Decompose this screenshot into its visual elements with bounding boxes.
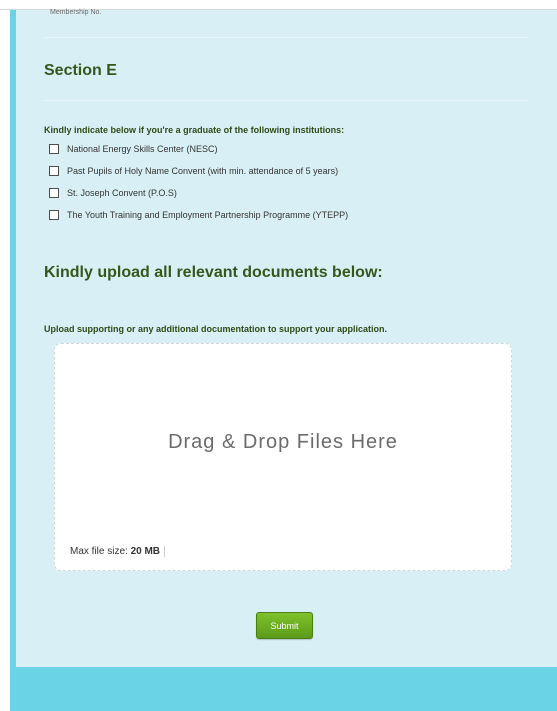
page-frame: Membership No. Section E Kindly indicate… (10, 9, 557, 711)
option-label: The Youth Training and Employment Partne… (67, 210, 349, 220)
checkbox[interactable] (49, 210, 59, 220)
max-size-value: 20 MB (130, 546, 161, 557)
option-label: National Energy Skills Center (NESC) (67, 144, 218, 154)
option-label: Past Pupils of Holy Name Convent (with m… (67, 166, 339, 176)
max-size-label: Max file size: (70, 546, 131, 557)
max-file-size: Max file size: 20 MB (70, 546, 166, 557)
option-label: St. Joseph Convent (P.O.S) (67, 188, 177, 198)
institution-option-ytepp[interactable]: The Youth Training and Employment Partne… (49, 204, 348, 226)
graduate-question: Kindly indicate below if you're a gradua… (44, 125, 345, 135)
section-title: Section E (44, 62, 117, 79)
divider (44, 100, 529, 101)
checkbox[interactable] (49, 144, 59, 154)
membership-label: Membership No. (50, 9, 102, 16)
dropzone-text: Drag & Drop Files Here (168, 431, 398, 453)
upload-instructions: Upload supporting or any additional docu… (44, 324, 387, 334)
file-dropzone[interactable]: Drag & Drop Files Here Max file size: 20… (54, 343, 512, 571)
submit-button[interactable]: Submit (256, 612, 313, 639)
upload-heading: Kindly upload all relevant documents bel… (44, 264, 383, 281)
institution-option-st-joseph[interactable]: St. Joseph Convent (P.O.S) (49, 182, 348, 204)
institution-option-holy-name[interactable]: Past Pupils of Holy Name Convent (with m… (49, 160, 348, 182)
checkbox[interactable] (49, 188, 59, 198)
divider (44, 37, 529, 38)
form-panel: Membership No. Section E Kindly indicate… (16, 9, 557, 667)
checkbox[interactable] (49, 166, 59, 176)
institution-options: National Energy Skills Center (NESC) Pas… (49, 138, 348, 226)
institution-option-nesc[interactable]: National Energy Skills Center (NESC) (49, 138, 348, 160)
